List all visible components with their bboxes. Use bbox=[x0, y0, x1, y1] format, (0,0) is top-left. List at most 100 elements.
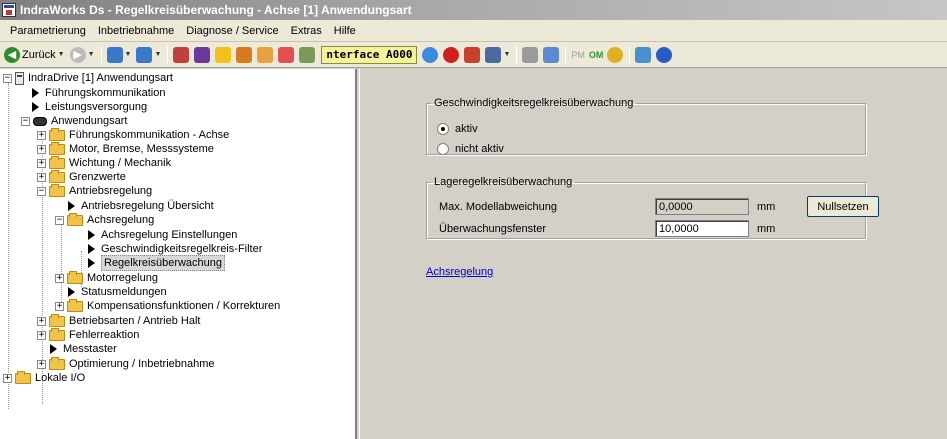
tree-item[interactable]: − Antriebsregelung bbox=[37, 183, 152, 198]
tool-button-8[interactable] bbox=[441, 44, 461, 66]
collapse-icon[interactable]: − bbox=[21, 116, 30, 126]
tool-button-1[interactable] bbox=[171, 44, 191, 66]
tree-item[interactable]: − IndraDrive [1] Anwendungsart bbox=[3, 71, 173, 85]
tree-item[interactable]: Führungskommunikation bbox=[30, 86, 165, 100]
tree-item[interactable]: + Fehlerreaktion bbox=[37, 327, 139, 342]
menu-extras[interactable]: Extras bbox=[285, 25, 328, 37]
tool-button-7[interactable] bbox=[420, 44, 440, 66]
tool-button-3[interactable] bbox=[234, 44, 254, 66]
menu-diagnose-service[interactable]: Diagnose / Service bbox=[180, 25, 284, 37]
tree-item[interactable]: + Wichtung / Mechanik bbox=[37, 155, 172, 170]
achsregelung-link[interactable]: Achsregelung bbox=[426, 266, 493, 278]
tree-item[interactable]: − Anwendungsart bbox=[21, 114, 127, 128]
forward-button[interactable]: ▶ ▼ bbox=[68, 44, 97, 66]
tree-item[interactable]: Statusmeldungen bbox=[66, 285, 167, 299]
tree-item-label: Optimierung / Inbetriebnahme bbox=[69, 358, 215, 370]
monitoring-window-field[interactable] bbox=[655, 220, 749, 237]
menu-inbetriebnahme[interactable]: Inbetriebnahme bbox=[92, 25, 180, 37]
next-item-button[interactable]: ▼ bbox=[134, 44, 163, 66]
expand-icon[interactable]: + bbox=[37, 144, 46, 154]
tool-button-5[interactable] bbox=[276, 44, 296, 66]
tree-item-label: Antriebsregelung Übersicht bbox=[81, 200, 214, 212]
expand-icon[interactable]: + bbox=[55, 273, 64, 283]
collapse-icon[interactable]: − bbox=[37, 186, 46, 196]
expand-icon[interactable]: + bbox=[37, 359, 46, 369]
drive-icon bbox=[15, 71, 24, 85]
tool-4-icon bbox=[257, 46, 274, 63]
tool-3-icon bbox=[236, 46, 253, 63]
help-button[interactable] bbox=[654, 44, 674, 66]
collapse-icon[interactable]: − bbox=[55, 215, 64, 225]
reset-button[interactable]: Nullsetzen bbox=[807, 196, 879, 217]
expand-icon[interactable]: + bbox=[55, 301, 64, 311]
tree-item-label: Führungskommunikation - Achse bbox=[69, 129, 230, 141]
tree-item[interactable]: Achsregelung Einstellungen bbox=[86, 228, 237, 242]
tree-item[interactable]: Messtaster bbox=[48, 342, 117, 356]
tree-item[interactable]: Leistungsversorgung bbox=[30, 100, 147, 114]
menu-hilfe[interactable]: Hilfe bbox=[328, 25, 362, 37]
tree-item-label: Lokale I/O bbox=[35, 372, 86, 384]
tool-button-11[interactable] bbox=[520, 44, 540, 66]
speed-monitoring-legend: Geschwindigkeitsregelkreisüberwachung bbox=[434, 97, 634, 109]
tree-item-selected[interactable]: Regelkreisüberwachung bbox=[86, 255, 226, 271]
tool-button-2[interactable] bbox=[192, 44, 212, 66]
expand-icon[interactable]: + bbox=[37, 130, 46, 140]
tree-item[interactable]: + Lokale I/O bbox=[3, 370, 86, 385]
toolbar-separator bbox=[565, 45, 567, 64]
tool-button-10[interactable]: ▼ bbox=[483, 44, 512, 66]
tree-item[interactable]: − Achsregelung bbox=[55, 212, 154, 227]
tool-button-9[interactable] bbox=[462, 44, 482, 66]
tree-item-label: Geschwindigkeitsregelkreis-Filter bbox=[101, 243, 263, 255]
folder-icon bbox=[67, 298, 83, 312]
tool-button-13[interactable] bbox=[605, 44, 625, 66]
radio-aktiv-label: aktiv bbox=[455, 123, 478, 135]
tree-item[interactable]: Antriebsregelung Übersicht bbox=[66, 199, 214, 213]
tree-item[interactable]: + Motor, Bremse, Messsysteme bbox=[37, 141, 214, 156]
tree-item[interactable]: + Betriebsarten / Antrieb Halt bbox=[37, 313, 200, 328]
tree-item-label: Motorregelung bbox=[87, 272, 158, 284]
max-deviation-label: Max. Modellabweichung bbox=[439, 201, 558, 213]
tool-button-12[interactable] bbox=[541, 44, 561, 66]
expand-icon[interactable]: + bbox=[37, 316, 46, 326]
radio-checked-icon bbox=[437, 123, 449, 135]
expand-icon[interactable]: + bbox=[37, 158, 46, 168]
tool-button-14[interactable] bbox=[633, 44, 653, 66]
position-monitoring-group: Lageregelkreisüberwachung Max. Modellabw… bbox=[426, 176, 879, 239]
tool-6-icon bbox=[299, 46, 316, 63]
back-label: Zurück bbox=[22, 48, 56, 61]
expand-icon[interactable]: + bbox=[37, 172, 46, 182]
arrow-icon bbox=[68, 201, 75, 211]
favorites-button[interactable] bbox=[213, 44, 233, 66]
tool-button-4[interactable] bbox=[255, 44, 275, 66]
tree-item[interactable]: + Führungskommunikation - Achse bbox=[37, 127, 230, 142]
tree-item[interactable]: + Grenzwerte bbox=[37, 169, 126, 184]
back-button[interactable]: ◀ Zurück ▼ bbox=[2, 44, 67, 66]
tool-button-6[interactable] bbox=[297, 44, 317, 66]
collapse-icon[interactable]: − bbox=[3, 73, 12, 83]
disk-icon bbox=[33, 116, 47, 126]
expand-icon[interactable]: + bbox=[3, 373, 12, 383]
toolbar: ◀ Zurück ▼ ▶ ▼ ▼ ▼ nterface A000 ▼ PM OM bbox=[0, 42, 947, 68]
tool-14-icon bbox=[635, 46, 652, 63]
radio-nicht-aktiv[interactable]: nicht aktiv bbox=[437, 143, 504, 155]
back-arrow-icon: ◀ bbox=[4, 46, 20, 63]
pm-button[interactable]: PM bbox=[571, 50, 585, 60]
star-icon bbox=[215, 46, 232, 63]
om-button[interactable]: OM bbox=[589, 50, 604, 60]
folder-icon bbox=[49, 183, 65, 197]
tree-item[interactable]: + Optimierung / Inbetriebnahme bbox=[37, 356, 215, 371]
tree-item-label: Wichtung / Mechanik bbox=[69, 157, 172, 169]
previous-item-button[interactable]: ▼ bbox=[105, 44, 134, 66]
radio-aktiv[interactable]: aktiv bbox=[437, 123, 478, 135]
menu-parametrierung[interactable]: Parametrierung bbox=[4, 25, 92, 37]
expand-icon[interactable]: + bbox=[37, 330, 46, 340]
navigation-tree: − IndraDrive [1] Anwendungsart Führungsk… bbox=[0, 69, 357, 439]
tree-item[interactable]: Geschwindigkeitsregelkreis-Filter bbox=[86, 242, 262, 256]
stop-icon bbox=[443, 46, 460, 63]
monitoring-window-unit: mm bbox=[757, 223, 776, 235]
folder-icon bbox=[15, 370, 31, 384]
tree-item[interactable]: + Kompensationsfunktionen / Korrekturen bbox=[55, 298, 280, 313]
tree-item[interactable]: + Motorregelung bbox=[55, 270, 158, 285]
arrow-icon bbox=[68, 287, 75, 297]
folder-icon bbox=[49, 169, 65, 183]
